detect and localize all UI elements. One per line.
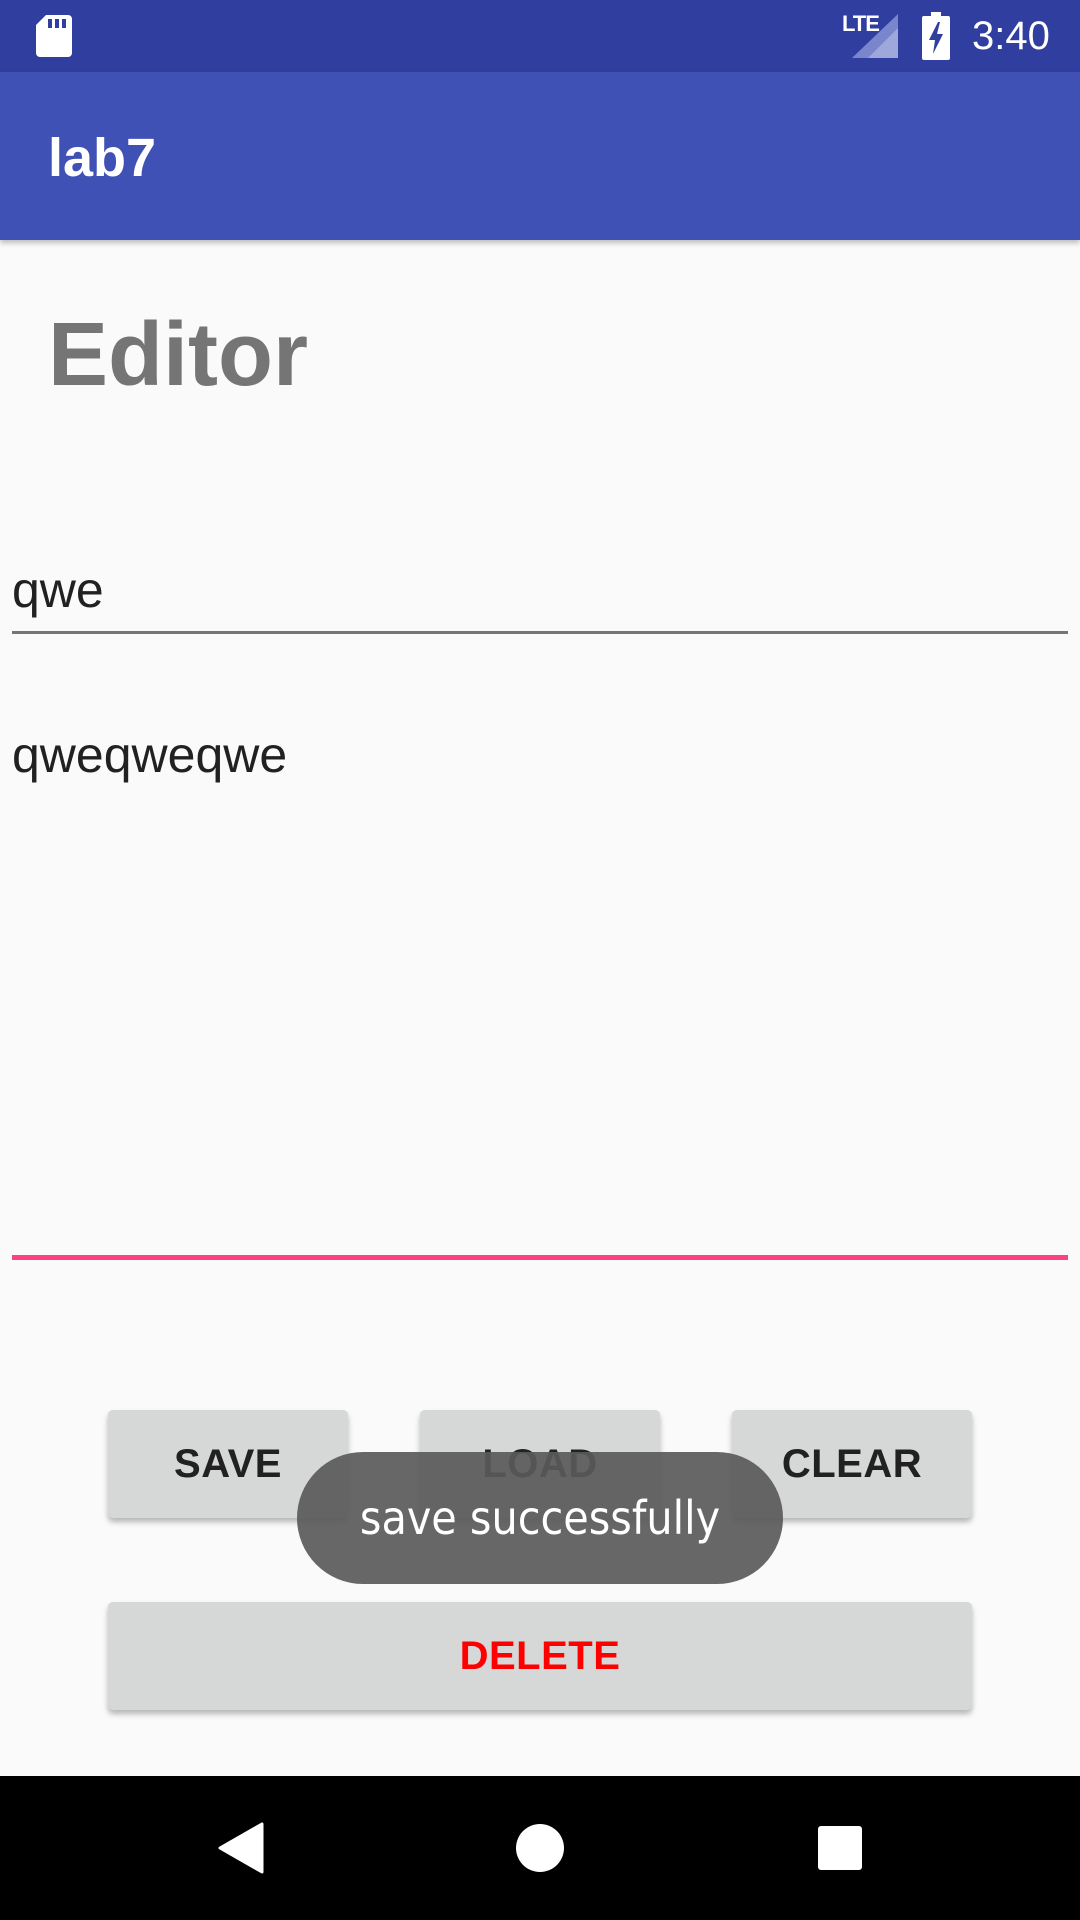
- content-field[interactable]: qweqweqwe: [12, 715, 1068, 1261]
- signal-icon: [852, 14, 898, 58]
- content-underline: [12, 1255, 1068, 1260]
- screen: LTE 3:40 lab7 Editor qwe qweqweqwe SAVE …: [0, 0, 1080, 1920]
- battery-charging-icon: [922, 12, 950, 60]
- filename-input-value[interactable]: qwe: [12, 560, 104, 620]
- toast-message: save successfully: [297, 1452, 783, 1584]
- clock: 3:40: [972, 14, 1050, 58]
- sd-card-icon: [36, 15, 72, 57]
- delete-button[interactable]: DELETE: [108, 1602, 972, 1710]
- back-icon[interactable]: [216, 1822, 264, 1874]
- app-title: lab7: [48, 128, 157, 188]
- content-input-value[interactable]: qweqweqwe: [12, 725, 287, 785]
- recents-icon[interactable]: [818, 1826, 862, 1870]
- page-title: Editor: [48, 305, 308, 405]
- app-bar: lab7: [0, 72, 1080, 240]
- home-icon[interactable]: [516, 1824, 564, 1872]
- status-bar: LTE 3:40: [0, 0, 1080, 72]
- filename-field[interactable]: qwe: [12, 555, 1068, 635]
- filename-underline: [12, 631, 1068, 634]
